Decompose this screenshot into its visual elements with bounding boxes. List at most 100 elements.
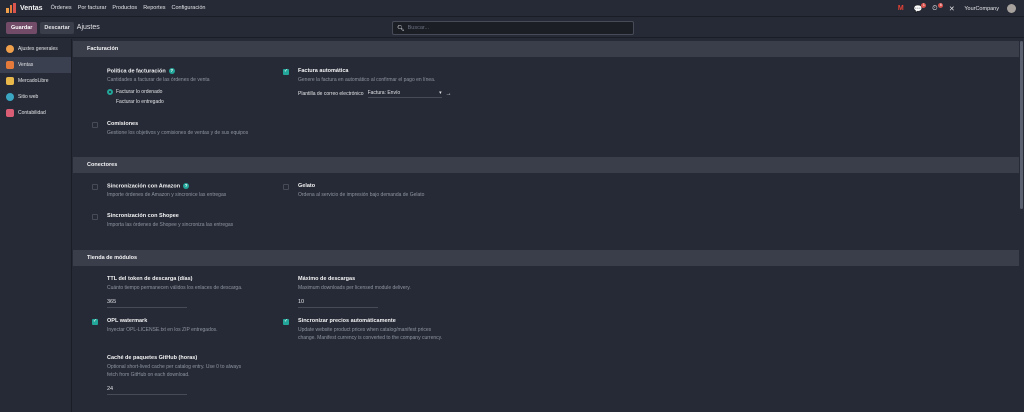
opl-checkbox[interactable]	[92, 318, 98, 325]
plantilla-label: Plantilla de correo electrónico	[298, 91, 364, 97]
setting-opl-watermark: OPL watermark Inyectar OPL-LICENSE.txt e…	[92, 318, 287, 334]
messages-badge: 1	[921, 2, 927, 8]
menu-por-facturar[interactable]: Por facturar	[78, 5, 107, 11]
setting-sync-precios: Sincronizar precios automáticamente Upda…	[283, 318, 498, 342]
comisiones-title: Comisiones	[107, 121, 139, 127]
comisiones-desc: Gestione los objetivos y comisiones de v…	[107, 130, 249, 136]
plantilla-value: Factura: Envío	[367, 90, 401, 96]
radio-label: Facturar lo ordenado	[116, 88, 163, 95]
activity-clock-icon[interactable]: ⏲ 6	[930, 2, 944, 13]
cache-title: Caché de paquetes GitHub (horas)	[107, 355, 198, 361]
messages-icon[interactable]: 💬 1	[913, 2, 927, 13]
settings-main: Facturación Política de facturación? Can…	[73, 39, 1019, 412]
comisiones-checkbox[interactable]	[92, 122, 98, 128]
shopee-title: Sincronización con Shopee	[107, 213, 179, 219]
cache-input[interactable]: 24	[107, 386, 187, 395]
setting-comisiones: Comisiones Gestione los objetivos y comi…	[92, 121, 307, 137]
cache-desc-1: Optional short-lived cache per catalog e…	[107, 364, 242, 370]
amazon-desc: Importe órdenes de Amazon y sincronice l…	[107, 192, 227, 199]
top-navbar: Ventas Órdenes Por facturar Productos Re…	[0, 0, 1024, 17]
shopee-checkbox[interactable]	[92, 214, 98, 220]
amazon-checkbox[interactable]	[92, 184, 98, 190]
radio-button-checked[interactable]	[107, 88, 113, 95]
sidebar-item-general[interactable]: Ajustes generales	[0, 41, 71, 57]
menu-productos[interactable]: Productos	[112, 5, 137, 11]
breadcrumb: Ajustes	[76, 24, 100, 31]
sidebar-item-label: Sitio web	[18, 94, 39, 100]
setting-amazon: Sincronización con Amazon? Importe órden…	[92, 183, 287, 199]
politica-title: Política de facturación	[107, 68, 166, 75]
sidebar-item-contabilidad[interactable]: Contabilidad	[0, 105, 71, 121]
ttl-input[interactable]: 365	[107, 299, 187, 308]
scrollbar-thumb[interactable]	[1020, 41, 1023, 209]
help-icon[interactable]: ?	[183, 183, 190, 189]
opl-desc: Inyectar OPL-LICENSE.txt en los ZIP entr…	[107, 327, 218, 333]
sync-title: Sincronizar precios automáticamente	[298, 318, 396, 324]
app-name[interactable]: Ventas	[20, 5, 43, 12]
gelato-checkbox[interactable]	[283, 184, 289, 190]
website-icon	[6, 93, 14, 101]
search-box[interactable]: 🔍︎	[392, 21, 634, 35]
ttl-desc: Cuánto tiempo permanecen válidos los enl…	[107, 285, 243, 291]
setting-max-descargas: Máximo de descargas Maximum downloads pe…	[298, 276, 498, 308]
amazon-title: Sincronización con Amazon	[107, 183, 181, 190]
max-input[interactable]: 10	[298, 299, 378, 308]
max-title: Máximo de descargas	[298, 276, 356, 282]
plantilla-select[interactable]: Factura: Envío ▾	[367, 90, 442, 98]
sidebar-item-sitio-web[interactable]: Sitio web	[0, 89, 71, 105]
gelato-desc: Ordena al servicio de impresión bajo dem…	[298, 192, 425, 198]
sync-desc-1: Update website product prices when catal…	[298, 327, 432, 333]
plantilla-field: Plantilla de correo electrónico Factura:…	[298, 90, 498, 98]
user-avatar[interactable]	[1007, 4, 1016, 13]
section-facturacion-title: Facturación	[73, 41, 1019, 57]
navbar-systray: M 💬 1 ⏲ 6 ✕ YourCompany	[896, 0, 1016, 17]
main-scrollbar[interactable]	[1019, 39, 1024, 412]
sales-app-icon[interactable]	[6, 3, 17, 13]
radio-facturar-entregado[interactable]: Facturar lo entregado	[107, 98, 277, 105]
setting-politica-facturacion: Política de facturación? Cantidades a fa…	[107, 68, 277, 105]
shopee-desc: Importa las órdenes de Shopee y sincroni…	[107, 222, 234, 228]
section-tienda-title: Tienda de módulos	[73, 250, 1019, 266]
menu-ordenes[interactable]: Órdenes	[51, 5, 72, 11]
ttl-title: TTL del token de descarga (días)	[107, 276, 193, 282]
factura-auto-checkbox[interactable]	[283, 68, 289, 75]
setting-shopee: Sincronización con Shopee Importa las ór…	[92, 213, 287, 229]
setting-gelato: Gelato Ordena al servicio de impresión b…	[283, 183, 498, 199]
factura-auto-title: Factura automática	[298, 68, 349, 74]
sync-desc-2: change. Manifest currency is converted t…	[298, 335, 443, 341]
activity-badge: 6	[938, 2, 944, 8]
radio-label: Facturar lo entregado	[116, 98, 164, 105]
factura-auto-desc: Genere la factura en automático al confi…	[298, 77, 436, 83]
setting-factura-automatica: Factura automática Genere la factura en …	[283, 68, 498, 98]
settings-sidebar: Ajustes generales Ventas MercadoLibre Si…	[0, 39, 72, 412]
radio-facturar-ordenado[interactable]: Facturar lo ordenado	[107, 88, 277, 95]
tools-icon[interactable]: ✕	[947, 5, 956, 13]
mercadolibre-icon	[6, 77, 14, 85]
gmail-icon[interactable]: M	[896, 5, 905, 12]
menu-reportes[interactable]: Reportes	[143, 5, 165, 11]
menu-configuracion[interactable]: Configuración	[172, 5, 206, 11]
main-menu: Órdenes Por facturar Productos Reportes …	[51, 5, 206, 11]
sidebar-item-label: Ventas	[18, 62, 34, 68]
sidebar-item-mercadolibre[interactable]: MercadoLibre	[0, 73, 71, 89]
company-switcher[interactable]: YourCompany	[964, 6, 999, 12]
setting-ttl-token: TTL del token de descarga (días) Cuánto …	[107, 276, 287, 308]
save-button[interactable]: Guardar	[6, 21, 38, 34]
setting-cache-github: Caché de paquetes GitHub (horas) Optiona…	[107, 355, 287, 395]
opl-title: OPL watermark	[107, 318, 148, 324]
sync-checkbox[interactable]	[283, 318, 289, 325]
help-icon[interactable]: ?	[168, 68, 175, 74]
sales-icon	[6, 61, 14, 69]
sidebar-item-ventas[interactable]: Ventas	[0, 57, 71, 73]
accounting-icon	[6, 109, 14, 117]
radio-button[interactable]	[107, 99, 113, 105]
sidebar-item-label: Ajustes generales	[18, 46, 58, 52]
external-link-arrow-icon[interactable]: →	[446, 91, 452, 97]
section-conectores-title: Conectores	[73, 157, 1019, 173]
search-input[interactable]	[407, 25, 618, 31]
politica-desc: Cantidades a facturar de las órdenes de …	[107, 77, 210, 84]
gelato-title: Gelato	[298, 183, 316, 189]
general-settings-icon	[6, 45, 14, 53]
discard-button[interactable]: Descartar	[40, 21, 74, 34]
chevron-down-icon: ▾	[439, 90, 442, 96]
